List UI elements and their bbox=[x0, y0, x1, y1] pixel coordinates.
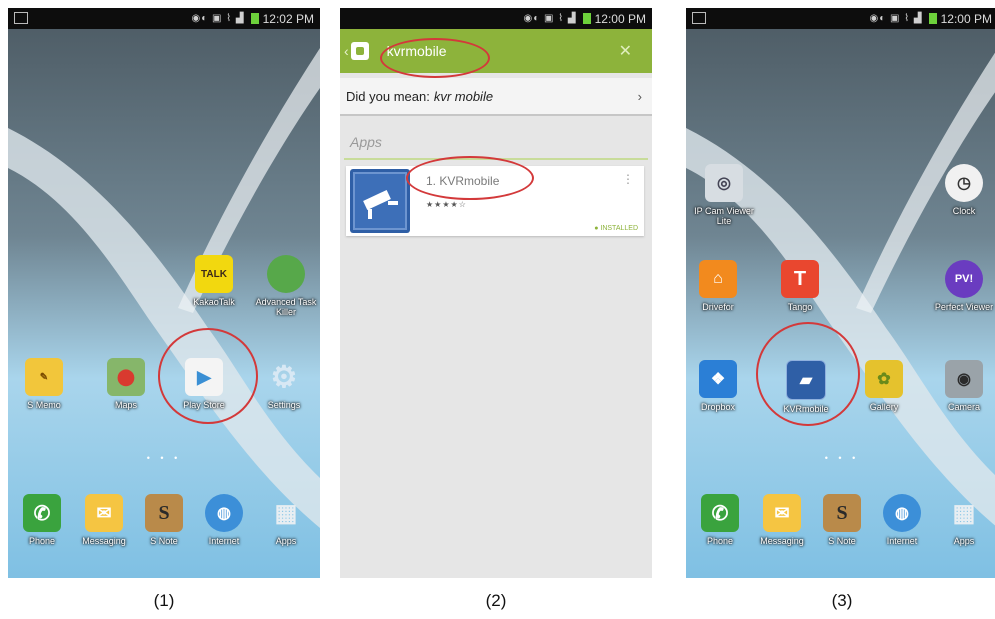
dock-apps[interactable]: ▦ Apps bbox=[932, 494, 995, 547]
battery-icon bbox=[928, 13, 937, 24]
section-divider bbox=[344, 158, 648, 160]
app-perfect-viewer[interactable]: PV! Perfect Viewer bbox=[932, 260, 995, 312]
close-icon[interactable]: ✕ bbox=[619, 41, 632, 61]
search-query[interactable]: kvrmobile bbox=[387, 43, 447, 59]
page-indicator: • • • bbox=[824, 453, 860, 463]
page-indicator: • • • bbox=[146, 453, 182, 463]
dock-internet[interactable]: ◍ Internet bbox=[870, 494, 934, 546]
play-store-search-screen: ◉◐ ▣ ⌇ ▟ 12:00 PM ‹ kvrmobile ✕ Did you … bbox=[340, 8, 652, 578]
status-bar: ◉◐ ▣ ⌇ ▟ 12:00 PM bbox=[340, 8, 652, 29]
app-maps[interactable]: ⬤ Maps bbox=[94, 358, 158, 410]
search-bar: ‹ kvrmobile ✕ bbox=[340, 29, 652, 73]
messaging-icon: ✉ bbox=[85, 494, 123, 532]
apps-grid-icon: ▦ bbox=[952, 499, 976, 527]
internet-icon: ◍ bbox=[205, 494, 243, 532]
status-bar: ◉◐ ▣ ⌇ ▟ 12:00 PM bbox=[686, 8, 995, 29]
overflow-menu-icon[interactable]: ⋮ bbox=[622, 172, 634, 186]
dock-snote[interactable]: S S Note bbox=[810, 494, 874, 546]
app-gallery[interactable]: ✿ Gallery bbox=[852, 360, 916, 412]
gear-icon: ⚙ bbox=[270, 360, 298, 394]
home-screen-3: ◉◐ ▣ ⌇ ▟ 12:00 PM ◎ IP Cam Viewer Lite ◷… bbox=[686, 8, 995, 578]
dropbox-icon: ❖ bbox=[699, 360, 737, 398]
installed-badge: ● INSTALLED bbox=[594, 225, 638, 232]
status-bar: ◉◐ ▣ ⌇ ▟ 12:02 PM bbox=[8, 8, 320, 29]
play-store-bag-icon bbox=[350, 42, 369, 60]
task-killer-icon bbox=[267, 255, 305, 293]
drivefor-icon: ⌂ bbox=[699, 260, 737, 298]
clock-text: 12:02 PM bbox=[262, 11, 314, 26]
gallery-icon: ✿ bbox=[865, 360, 903, 398]
kvrmobile-app-icon bbox=[350, 169, 410, 233]
smemo-icon: ✎ bbox=[25, 358, 63, 396]
app-drivefor[interactable]: ⌂ Drivefor bbox=[686, 260, 750, 312]
app-clock[interactable]: ◷ Clock bbox=[932, 164, 995, 216]
kvrmobile-icon: ▰ bbox=[786, 360, 826, 400]
dock-internet[interactable]: ◍ Internet bbox=[192, 494, 256, 546]
clock-text: 12:00 PM bbox=[594, 11, 646, 26]
app-kakaotalk[interactable]: TALK KakaoTalk bbox=[182, 255, 246, 307]
phone-icon: ✆ bbox=[23, 494, 61, 532]
caption-1: (1) bbox=[153, 591, 175, 610]
dock-phone[interactable]: ✆ Phone bbox=[688, 494, 752, 546]
dock-messaging[interactable]: ✉ Messaging bbox=[72, 494, 136, 546]
snote-icon: S bbox=[145, 494, 183, 532]
search-result-card[interactable]: 1. KVRmobile ★★★★☆ ⋮ ● INSTALLED bbox=[346, 166, 644, 236]
rating-stars: ★★★★☆ bbox=[426, 200, 467, 209]
suggested-term: kvr mobile bbox=[433, 88, 494, 104]
kakaotalk-icon: TALK bbox=[195, 255, 233, 293]
chevron-right-icon: › bbox=[637, 88, 642, 104]
app-smemo[interactable]: ✎ S Memo bbox=[12, 358, 76, 410]
clock-text: 12:00 PM bbox=[940, 11, 992, 26]
caption-3: (3) bbox=[831, 591, 853, 610]
dock-messaging[interactable]: ✉ Messaging bbox=[750, 494, 814, 546]
status-icons: ◉◐ ▣ ⌇ ▟ bbox=[191, 13, 245, 24]
tango-icon: T bbox=[781, 260, 819, 298]
apps-grid-icon: ▦ bbox=[274, 499, 298, 527]
messaging-icon: ✉ bbox=[763, 494, 801, 532]
battery-icon bbox=[582, 13, 591, 24]
internet-icon: ◍ bbox=[883, 494, 921, 532]
app-settings[interactable]: ⚙ Settings bbox=[252, 358, 316, 411]
app-play-store[interactable]: ▶ Play Store bbox=[172, 358, 236, 410]
app-dropbox[interactable]: ❖ Dropbox bbox=[686, 360, 750, 412]
perfect-viewer-icon: PV! bbox=[945, 260, 983, 298]
app-tango[interactable]: T Tango bbox=[768, 260, 832, 312]
maps-icon: ⬤ bbox=[107, 358, 145, 396]
home-screen-1: ◉◐ ▣ ⌇ ▟ 12:02 PM TALK KakaoTalk Advance… bbox=[8, 8, 320, 578]
did-you-mean-row[interactable]: Did you mean: kvr mobile › bbox=[340, 78, 652, 116]
dock-snote[interactable]: S S Note bbox=[132, 494, 196, 546]
snote-icon: S bbox=[823, 494, 861, 532]
battery-icon bbox=[250, 13, 259, 24]
caption-2: (2) bbox=[485, 591, 507, 610]
ipcam-icon: ◎ bbox=[705, 164, 743, 202]
gallery-notification-icon bbox=[692, 12, 706, 24]
clock-icon: ◷ bbox=[945, 164, 983, 202]
app-ip-cam-viewer[interactable]: ◎ IP Cam Viewer Lite bbox=[692, 164, 756, 226]
gallery-notification-icon bbox=[14, 12, 28, 24]
status-icons: ◉◐ ▣ ⌇ ▟ bbox=[523, 13, 577, 24]
app-camera[interactable]: ◉ Camera bbox=[932, 360, 995, 412]
dock-apps[interactable]: ▦ Apps bbox=[254, 494, 318, 547]
back-chevron-icon[interactable]: ‹ bbox=[344, 43, 349, 59]
play-store-icon: ▶ bbox=[185, 358, 223, 396]
app-kvrmobile[interactable]: ▰ KVRmobile bbox=[774, 360, 838, 414]
dock-phone[interactable]: ✆ Phone bbox=[10, 494, 74, 546]
camera-icon: ◉ bbox=[945, 360, 983, 398]
result-app-name: 1. KVRmobile bbox=[426, 174, 500, 188]
status-icons: ◉◐ ▣ ⌇ ▟ bbox=[869, 13, 923, 24]
section-title: Apps bbox=[350, 134, 382, 150]
app-advanced-task-killer[interactable]: Advanced Task Killer bbox=[254, 255, 318, 317]
phone-icon: ✆ bbox=[701, 494, 739, 532]
